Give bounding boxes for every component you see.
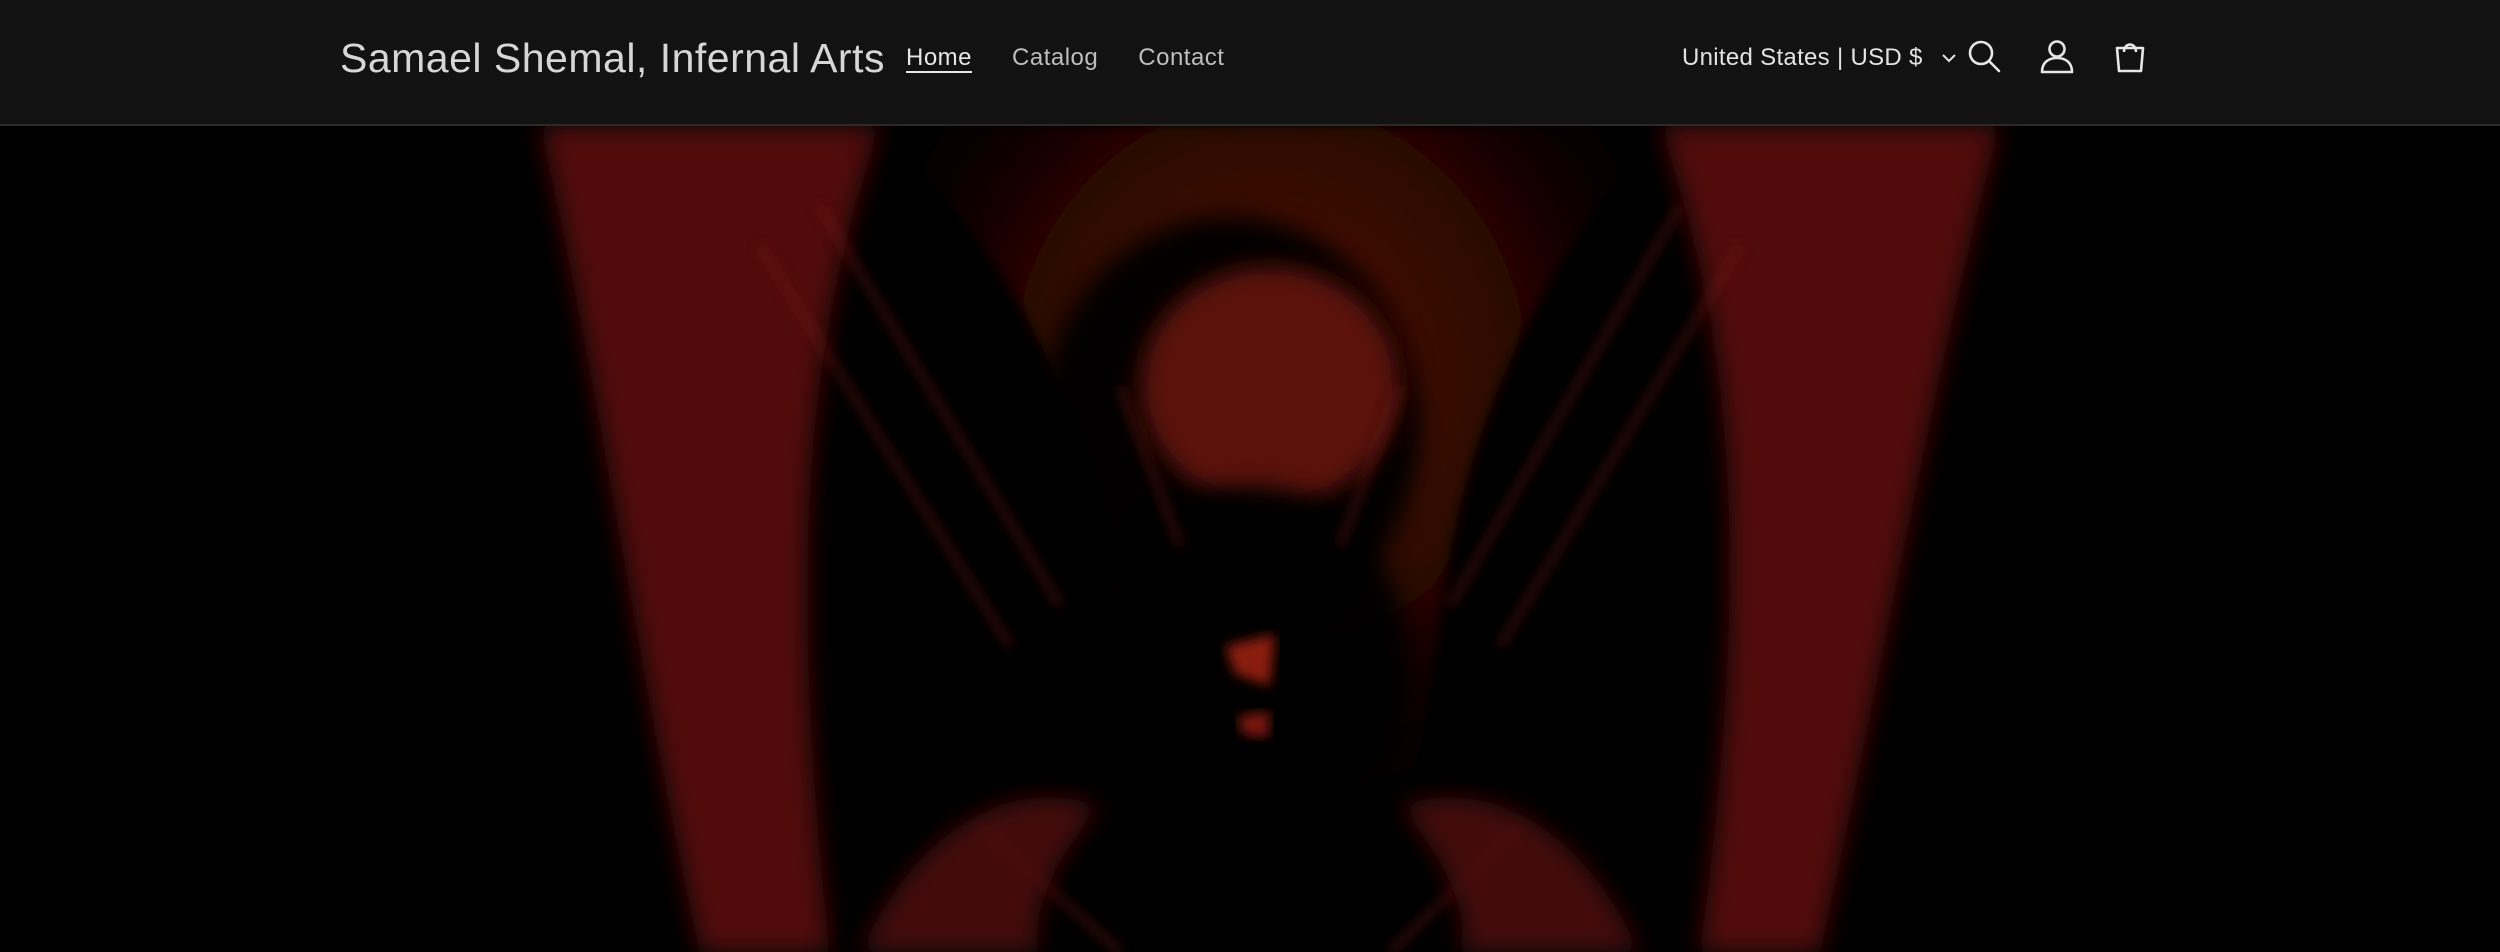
site-brand[interactable]: Samael Shemal, Infernal Arts (340, 0, 885, 116)
nav-contact[interactable]: Contact (1138, 44, 1224, 72)
locale-selector[interactable]: United States | USD $ (1682, 0, 1959, 116)
locale-label: United States | USD $ (1682, 44, 1923, 71)
hero-banner (0, 126, 2500, 952)
account-button[interactable] (2033, 34, 2081, 82)
chevron-down-icon (1939, 48, 1959, 68)
account-icon (2037, 36, 2077, 81)
hero-artwork (0, 126, 2500, 952)
cart-button[interactable] (2106, 34, 2154, 82)
search-button[interactable] (1960, 34, 2008, 82)
site-header: Samael Shemal, Infernal Arts Home Catalo… (0, 0, 2500, 126)
nav-catalog[interactable]: Catalog (1012, 44, 1098, 72)
cart-icon (2110, 36, 2150, 81)
search-icon (1964, 36, 2004, 81)
nav-home[interactable]: Home (906, 44, 972, 72)
main-nav: Home Catalog Contact (906, 0, 1264, 116)
